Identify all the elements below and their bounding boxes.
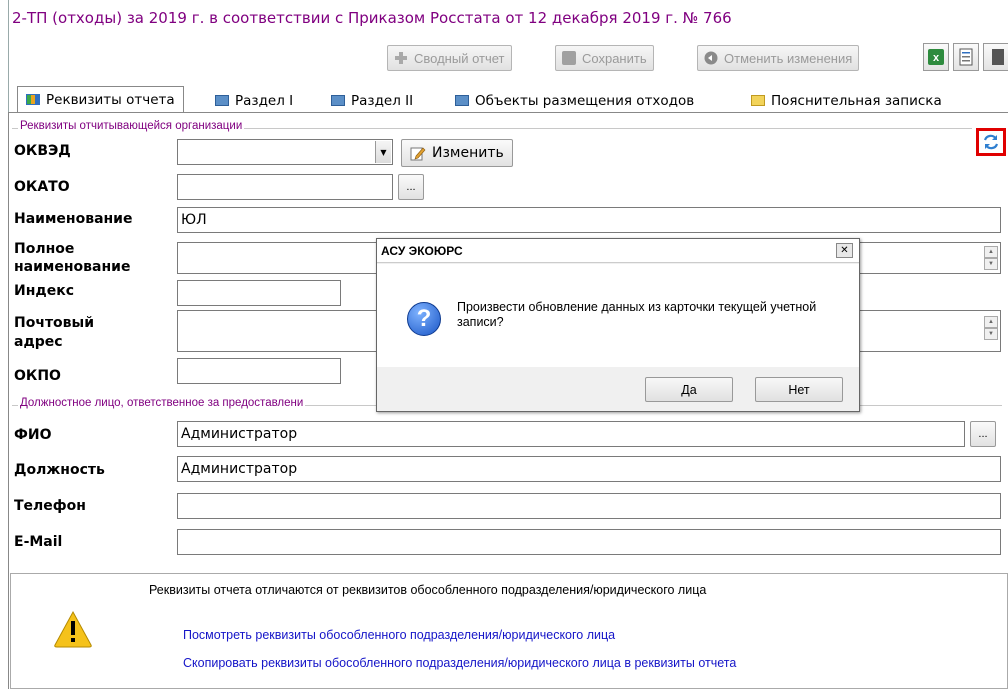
- dialog-message: Произвести обновление данных из карточки…: [457, 300, 817, 329]
- org-group-legend: Реквизиты отчитывающейся организации: [18, 120, 245, 132]
- plus-icon: [394, 51, 408, 65]
- chevron-down-icon[interactable]: ▼: [375, 141, 391, 163]
- full-name-scrollbar[interactable]: ▲ ▼: [984, 246, 998, 270]
- summary-report-button[interactable]: Сводный отчет: [387, 45, 512, 71]
- no-button[interactable]: Нет: [755, 377, 843, 402]
- okato-label: ОКАТО: [14, 179, 70, 195]
- cancel-changes-button[interactable]: Отменить изменения: [697, 45, 860, 71]
- okved-select[interactable]: ▼: [177, 139, 393, 165]
- svg-text:x: x: [933, 52, 940, 64]
- export-icon[interactable]: [983, 43, 1008, 71]
- dialog-title-bar: АСУ ЭКОЮРС ✕: [377, 239, 859, 263]
- okpo-field[interactable]: [177, 358, 341, 384]
- refresh-icon: [983, 134, 999, 150]
- edit-icon: [410, 147, 426, 161]
- notice-text: Реквизиты отчета отличаются от реквизито…: [149, 583, 707, 597]
- summary-report-label: Сводный отчет: [414, 50, 505, 66]
- tab-waste-objects[interactable]: Объекты размещения отходов: [455, 89, 694, 112]
- toolbar: Сводный отчет Сохранить Отменить изменен…: [8, 34, 1008, 86]
- document-icon[interactable]: [953, 43, 979, 71]
- close-icon[interactable]: ✕: [836, 243, 853, 258]
- copy-details-link[interactable]: Скопировать реквизиты обособленного подр…: [183, 656, 736, 670]
- save-icon: [562, 51, 576, 65]
- fio-field[interactable]: Администратор: [177, 421, 965, 447]
- okpo-label: ОКПО: [14, 368, 61, 384]
- window-title-bar: 2-ТП (отходы) за 2019 г. в соответствии …: [8, 0, 1008, 34]
- tab-bar: Реквизиты отчета Раздел I Раздел II Объе…: [8, 86, 1008, 112]
- postal-label-line2: адрес: [14, 334, 63, 350]
- okato-picker-button[interactable]: ...: [398, 174, 424, 200]
- tab-label: Раздел I: [235, 92, 294, 109]
- tab-label: Пояснительная записка: [771, 92, 942, 109]
- tab-label: Реквизиты отчета: [46, 91, 175, 108]
- name-field[interactable]: ЮЛ: [177, 207, 1001, 233]
- chart-icon: [26, 94, 40, 105]
- tab-label: Объекты размещения отходов: [475, 92, 695, 109]
- okved-edit-button[interactable]: Изменить: [401, 139, 513, 167]
- phone-field[interactable]: [177, 493, 1001, 519]
- tab-section-1[interactable]: Раздел I: [215, 89, 293, 112]
- name-label: Наименование: [14, 211, 133, 227]
- postal-label-line1: Почтовый: [14, 315, 95, 331]
- official-group-legend: Должностное лицо, ответственное за предо…: [18, 397, 306, 409]
- tab-label: Раздел II: [351, 92, 414, 109]
- dialog-title: АСУ ЭКОЮРС: [381, 244, 463, 258]
- email-field[interactable]: [177, 529, 1001, 555]
- postal-scrollbar[interactable]: ▲ ▼: [984, 316, 998, 340]
- okved-label: ОКВЭД: [14, 143, 71, 159]
- fio-picker-button[interactable]: ...: [970, 421, 996, 447]
- table-icon: [215, 95, 229, 106]
- full-name-label-line1: Полное: [14, 241, 75, 257]
- save-button[interactable]: Сохранить: [555, 45, 654, 71]
- email-label: E-Mail: [14, 534, 63, 550]
- index-field[interactable]: [177, 280, 341, 306]
- table-icon: [331, 95, 345, 106]
- pencil-note-icon: [751, 95, 765, 106]
- excel-icon[interactable]: x: [923, 43, 949, 71]
- position-field[interactable]: Администратор: [177, 456, 1001, 482]
- fio-label: ФИО: [14, 427, 52, 443]
- save-label: Сохранить: [582, 50, 647, 66]
- tab-section-2[interactable]: Раздел II: [331, 89, 413, 112]
- tab-report-details[interactable]: Реквизиты отчета: [17, 86, 184, 112]
- refresh-from-account-button[interactable]: [976, 128, 1006, 156]
- details-mismatch-notice: Реквизиты отчета отличаются от реквизито…: [10, 573, 1008, 689]
- okved-edit-label: Изменить: [432, 145, 504, 161]
- table-icon: [455, 95, 469, 106]
- cancel-changes-label: Отменить изменения: [724, 50, 853, 66]
- warning-icon: [54, 610, 92, 648]
- window-title: 2-ТП (отходы) за 2019 г. в соответствии …: [12, 9, 732, 27]
- full-name-label-line2: наименование: [14, 259, 131, 275]
- yes-button[interactable]: Да: [645, 377, 733, 402]
- position-label: Должность: [14, 462, 105, 478]
- dialog-body: ? Произвести обновление данных из карточ…: [377, 264, 859, 367]
- okato-field[interactable]: [177, 174, 393, 200]
- index-label: Индекс: [14, 283, 74, 299]
- question-icon: ?: [407, 302, 441, 336]
- view-details-link[interactable]: Посмотреть реквизиты обособленного подра…: [183, 628, 615, 642]
- phone-label: Телефон: [14, 498, 86, 514]
- undo-icon: [704, 51, 718, 65]
- confirm-dialog: АСУ ЭКОЮРС ✕ ? Произвести обновление дан…: [376, 238, 860, 412]
- tab-explanatory-note[interactable]: Пояснительная записка: [751, 89, 942, 112]
